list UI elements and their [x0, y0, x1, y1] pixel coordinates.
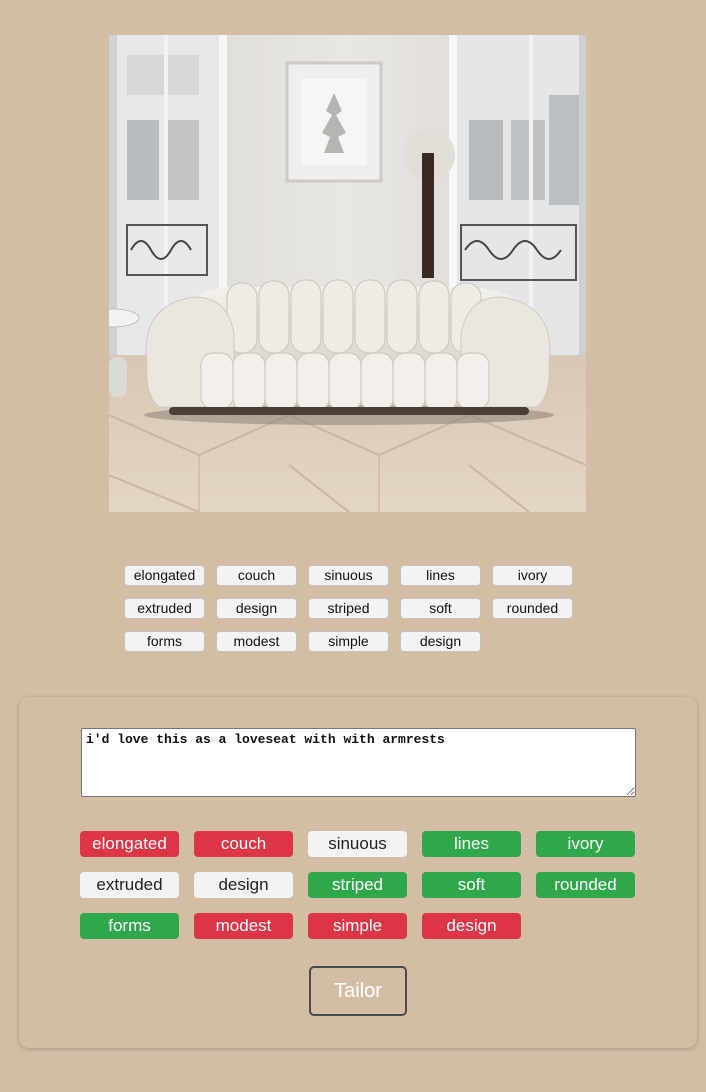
suggested-tag[interactable]: striped — [308, 598, 389, 619]
selected-tag[interactable]: extruded — [80, 872, 179, 898]
selected-tag[interactable]: striped — [308, 872, 407, 898]
selected-tag[interactable]: modest — [194, 913, 293, 939]
suggested-tag[interactable]: sinuous — [308, 565, 389, 586]
suggested-tag[interactable]: couch — [216, 565, 297, 586]
suggested-tag[interactable]: soft — [400, 598, 481, 619]
suggested-tag[interactable]: forms — [124, 631, 205, 652]
selected-tags: elongated couch sinuous lines ivory extr… — [80, 831, 640, 939]
selected-tag[interactable]: design — [194, 872, 293, 898]
suggested-tag[interactable]: design — [216, 598, 297, 619]
selected-tag[interactable]: design — [422, 913, 521, 939]
selected-tag[interactable]: sinuous — [308, 831, 407, 857]
suggested-tag[interactable]: rounded — [492, 598, 573, 619]
tailor-button[interactable]: Tailor — [309, 966, 407, 1016]
tailor-panel: elongated couch sinuous lines ivory extr… — [19, 697, 697, 1048]
suggested-tags: elongated couch sinuous lines ivory extr… — [124, 565, 584, 652]
selected-tag[interactable]: lines — [422, 831, 521, 857]
suggested-tag[interactable]: elongated — [124, 565, 205, 586]
suggested-tag[interactable]: extruded — [124, 598, 205, 619]
suggested-tag[interactable]: simple — [308, 631, 389, 652]
suggested-tag[interactable]: lines — [400, 565, 481, 586]
suggested-tag[interactable]: design — [400, 631, 481, 652]
selected-tag[interactable]: couch — [194, 831, 293, 857]
selected-tag[interactable]: elongated — [80, 831, 179, 857]
selected-tag[interactable]: simple — [308, 913, 407, 939]
selected-tag[interactable]: forms — [80, 913, 179, 939]
selected-tag[interactable]: soft — [422, 872, 521, 898]
product-photo — [109, 35, 586, 512]
selected-tag[interactable]: ivory — [536, 831, 635, 857]
suggested-tag[interactable]: modest — [216, 631, 297, 652]
request-textarea[interactable] — [81, 728, 636, 797]
suggested-tag[interactable]: ivory — [492, 565, 573, 586]
selected-tag[interactable]: rounded — [536, 872, 635, 898]
